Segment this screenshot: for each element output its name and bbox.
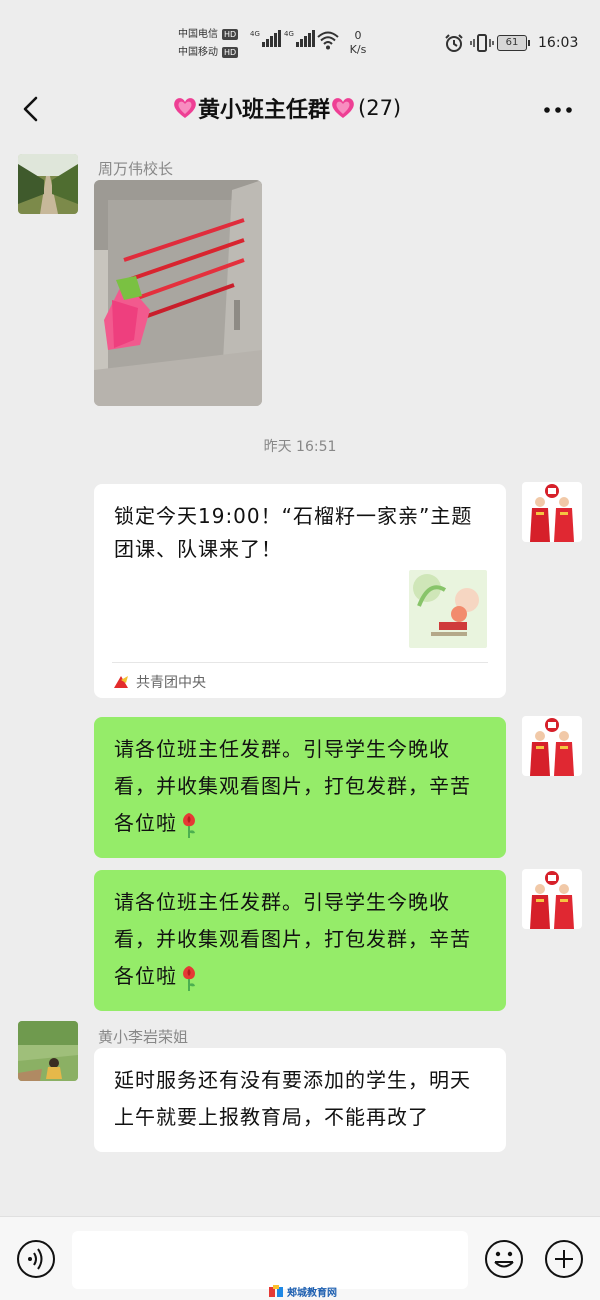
message-bubble-self[interactable]: 请各位班主任发群。引导学生今晚收看，并收集观看图片，打包发群，辛苦各位啦: [94, 870, 506, 1011]
avatar-self[interactable]: [522, 716, 582, 776]
carrier-1: 中国电信: [178, 29, 218, 40]
chat-title: 黄小班主任群 (27): [172, 92, 401, 124]
link-card-message[interactable]: 锁定今天19:00！“石榴籽一家亲”主题团课、队课来了！ 共青团中央: [94, 484, 506, 698]
avatar[interactable]: [18, 1021, 78, 1081]
signal-icon-2: 4G: [284, 30, 316, 47]
chat-title-text: 黄小班主任群: [198, 98, 331, 123]
hd-badge-2: HD: [222, 47, 239, 58]
avatar-image-road: [18, 154, 78, 214]
network-speed: 0 K/s: [349, 29, 367, 56]
heart-icon: [332, 98, 354, 118]
message-input[interactable]: [72, 1231, 468, 1289]
member-count: (27): [358, 96, 402, 120]
alarm-icon: [445, 34, 463, 52]
watermark: 郏城教育网: [268, 1284, 337, 1299]
status-icons: [444, 33, 494, 53]
message-bubble-other[interactable]: 延时服务还有没有要添加的学生，明天上午就要上报教育局，不能再改了: [94, 1048, 506, 1152]
wifi-icon: [317, 31, 339, 50]
signal-icon-1: 4G: [250, 30, 282, 47]
avatar-image-couple: [522, 716, 582, 776]
sender-name: 黄小李岩荣姐: [98, 1028, 189, 1046]
image-message[interactable]: [94, 180, 262, 406]
back-icon[interactable]: [18, 94, 46, 124]
link-card-title: 锁定今天19:00！“石榴籽一家亲”主题团课、队课来了！: [114, 504, 473, 561]
rose-emoji-icon: [183, 965, 195, 991]
thumbnail-image: [409, 570, 487, 648]
avatar[interactable]: [18, 154, 78, 214]
link-card-source: 共青团中央: [112, 672, 206, 692]
watermark-logo-icon: [269, 1284, 283, 1297]
link-card-thumbnail: [409, 570, 487, 648]
photo-brooms-in-cabinet: [94, 180, 262, 406]
status-time: 16:03: [538, 35, 579, 51]
vibrate-icon: [470, 34, 494, 52]
avatar-image-couple: [522, 869, 582, 929]
carrier-2: 中国移动: [178, 47, 218, 58]
card-divider: [112, 662, 488, 663]
youth-league-logo-icon: [114, 676, 128, 688]
watermark-text: 郏城教育网: [287, 1288, 337, 1299]
status-bar: 中国电信 HD 中国移动 HD 4G 4G 0 K/s 61 16:03: [0, 0, 600, 88]
rose-emoji-icon: [183, 812, 195, 838]
more-icon[interactable]: [540, 96, 576, 124]
emoji-icon[interactable]: [484, 1239, 524, 1279]
network-type-2: 4G: [284, 30, 294, 38]
network-type-1: 4G: [250, 30, 260, 38]
chat-header: 黄小班主任群 (27): [0, 88, 600, 130]
avatar-self[interactable]: [522, 482, 582, 542]
message-bubble-self[interactable]: 请各位班主任发群。引导学生今晚收看，并收集观看图片，打包发群，辛苦各位啦: [94, 717, 506, 858]
message-text: 延时服务还有没有要添加的学生，明天上午就要上报教育局，不能再改了: [114, 1068, 471, 1129]
carrier-info: 中国电信 HD 中国移动 HD: [178, 26, 239, 62]
message-text: 请各位班主任发群。引导学生今晚收看，并收集观看图片，打包发群，辛苦各位啦: [114, 737, 471, 835]
battery-icon: 61: [497, 35, 530, 51]
plus-icon[interactable]: [544, 1239, 584, 1279]
avatar-image-child-on-grass: [18, 1021, 78, 1081]
voice-icon[interactable]: [16, 1239, 56, 1279]
message-text: 请各位班主任发群。引导学生今晚收看，并收集观看图片，打包发群，辛苦各位啦: [114, 890, 471, 988]
source-name: 共青团中央: [136, 675, 206, 691]
avatar-image-couple: [522, 482, 582, 542]
sender-name: 周万伟校长: [98, 160, 174, 178]
avatar-self[interactable]: [522, 869, 582, 929]
heart-icon: [174, 98, 196, 118]
message-timestamp: 昨天 16:51: [263, 439, 337, 455]
hd-badge: HD: [222, 29, 239, 40]
